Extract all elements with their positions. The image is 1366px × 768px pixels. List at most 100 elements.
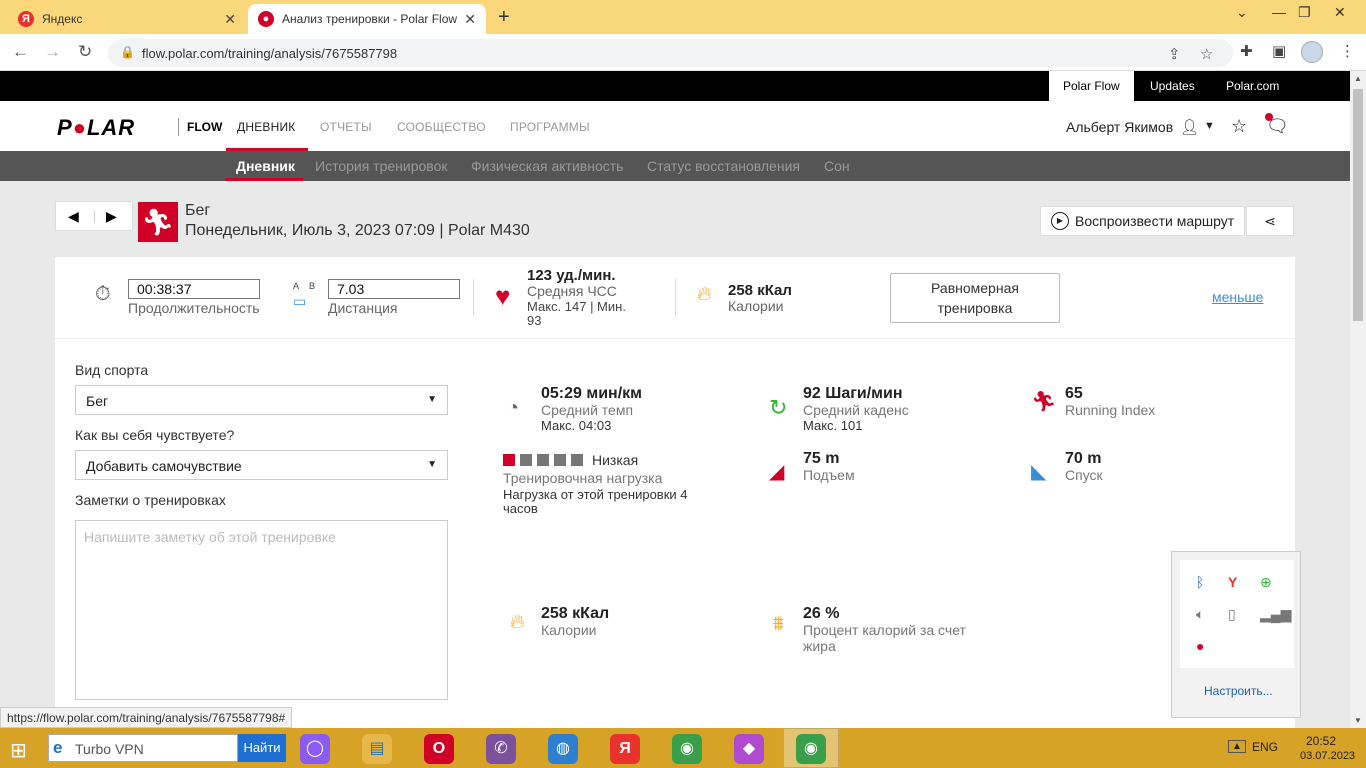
bookmark-star-icon[interactable]: ☆ xyxy=(1200,45,1213,63)
forward-icon[interactable]: → xyxy=(44,42,61,62)
scrollbar-thumb[interactable] xyxy=(1353,89,1363,321)
toplink-updates[interactable]: Updates xyxy=(1136,71,1209,101)
bluetooth-icon[interactable]: ᛒ xyxy=(1196,574,1204,590)
show-less-link[interactable]: меньше xyxy=(1212,289,1263,305)
nav-reports[interactable]: ОТЧЕТЫ xyxy=(320,120,372,134)
restore-icon[interactable]: ❐ xyxy=(1298,4,1311,21)
viber-icon[interactable]: ✆ xyxy=(486,734,516,764)
tab-search-icon[interactable]: ⌄ xyxy=(1236,4,1248,21)
duration-field[interactable]: 00:38:37 xyxy=(128,279,260,299)
scroll-up-icon[interactable]: ▲ xyxy=(1354,74,1362,83)
url-omnibox[interactable]: 🔒 flow.polar.com/training/analysis/76755… xyxy=(108,39,1233,67)
opera-icon[interactable]: O xyxy=(424,734,454,764)
signal-icon[interactable]: ▂▄▆ xyxy=(1260,606,1291,623)
distance-field[interactable]: 7.03 xyxy=(328,279,460,299)
speaker-icon[interactable]: 🔈︎ xyxy=(1196,606,1204,623)
share-icon: ⋖ xyxy=(1264,213,1276,229)
polar-logo[interactable]: P●LAR xyxy=(57,115,135,141)
notes-placeholder: Напишите заметку об этой тренировке xyxy=(84,529,336,545)
session-subtitle: Понедельник, Июль 3, 2023 07:09 | Polar … xyxy=(185,222,530,239)
nav-programs[interactable]: ПРОГРАММЫ xyxy=(510,120,590,134)
taskbar-search-button[interactable]: Найти xyxy=(238,734,286,762)
profile-avatar[interactable] xyxy=(1301,41,1323,63)
minimize-icon[interactable]: — xyxy=(1272,4,1286,20)
clock-time[interactable]: 20:52 xyxy=(1306,734,1336,748)
kcal-value: 258 кКал xyxy=(728,282,792,299)
close-window-icon[interactable]: ✕ xyxy=(1334,4,1346,21)
taskbar-search-input[interactable]: e Turbo VPN xyxy=(48,734,238,762)
username[interactable]: Альберт Якимов xyxy=(1066,119,1173,135)
caret-down-icon[interactable]: ▼ xyxy=(1204,120,1215,132)
next-session-icon[interactable]: ▶ xyxy=(106,208,117,225)
subnav-training-history[interactable]: История тренировок xyxy=(315,158,447,174)
distance-label: Дистанция xyxy=(328,300,398,316)
yandex-tray-icon[interactable]: Y xyxy=(1228,574,1237,590)
notes-textarea[interactable]: Напишите заметку об этой тренировке xyxy=(75,520,448,700)
tab-title: Яндекс xyxy=(42,12,83,26)
chrome-profile-icon[interactable]: ◉ xyxy=(796,734,826,764)
globe-icon[interactable]: ◍ xyxy=(548,734,578,764)
tray-customize-link[interactable]: Настроить... xyxy=(1204,684,1273,698)
distance-ab-label: A B xyxy=(293,281,320,291)
feeling-select[interactable]: Добавить самочувствие ▼ xyxy=(75,450,448,480)
ascent-icon: ◢ xyxy=(769,461,785,483)
hr-min: 93 xyxy=(527,313,542,328)
gem-app-icon[interactable]: ◆ xyxy=(734,734,764,764)
notification-badge xyxy=(1265,113,1273,121)
subnav-recovery-status[interactable]: Статус восстановления xyxy=(647,158,800,174)
summary-divider xyxy=(675,279,676,317)
tab-polar-flow[interactable]: ● Анализ тренировки - Polar Flow ✕ xyxy=(248,4,486,34)
nav-community[interactable]: СООБЩЕСТВО xyxy=(397,120,486,134)
play-icon: ▶ xyxy=(1051,212,1069,230)
back-icon[interactable]: ← xyxy=(12,42,29,62)
play-route-label: Воспроизвести маршрут xyxy=(1075,213,1235,229)
play-route-button[interactable]: ▶ Воспроизвести маршрут xyxy=(1040,206,1245,236)
load-sub-2: часов xyxy=(503,501,538,516)
tab-yandex[interactable]: Я Яндекс ✕ xyxy=(8,4,246,34)
share-button[interactable]: ⋖ xyxy=(1246,206,1294,236)
toplink-polar-flow[interactable]: Polar Flow xyxy=(1049,71,1134,101)
descent-label: Спуск xyxy=(1065,467,1103,483)
share-page-icon[interactable]: ⇪ xyxy=(1168,45,1181,63)
yandex-browser-icon[interactable]: Я xyxy=(610,734,640,764)
extensions-icon[interactable]: ✚ xyxy=(1240,42,1253,60)
summary-divider xyxy=(473,279,474,317)
subnav-activity[interactable]: Физическая активность xyxy=(471,158,623,174)
previous-session-icon[interactable]: ◀ xyxy=(68,208,79,225)
subnav-diary[interactable]: Дневник xyxy=(236,158,295,174)
browser-menu-icon[interactable]: ⋮ xyxy=(1340,42,1355,60)
caret-down-icon: ▼ xyxy=(427,394,437,405)
load-label: Тренировочная нагрузка xyxy=(503,470,663,486)
url-text[interactable]: flow.polar.com/training/analysis/7675587… xyxy=(142,46,397,61)
subnav-sleep[interactable]: Сон xyxy=(824,158,850,174)
scroll-down-icon[interactable]: ▼ xyxy=(1354,716,1362,725)
favorites-star-icon[interactable]: ☆ xyxy=(1231,116,1247,137)
alice-icon[interactable]: ◯ xyxy=(300,734,330,764)
update-tray-icon[interactable]: ⊕ xyxy=(1260,574,1272,591)
page-scrollbar[interactable]: ▲ ▼ xyxy=(1350,71,1366,728)
steady-training-badge[interactable]: Равномерная тренировка xyxy=(890,273,1060,323)
close-icon[interactable]: ✕ xyxy=(464,11,476,28)
polar-tray-icon[interactable]: ● xyxy=(1196,638,1204,654)
fat-label-2: жира xyxy=(803,638,836,654)
battery-icon[interactable]: ▯ xyxy=(1228,606,1236,623)
windows-start-icon[interactable]: ⊞ xyxy=(10,738,27,763)
user-icon[interactable]: 👤︎ xyxy=(1180,118,1199,136)
nav-diary[interactable]: ДНЕВНИК xyxy=(237,120,295,134)
show-hidden-icons-icon[interactable]: ▲ xyxy=(1228,740,1246,753)
load-sub-1: Нагрузка от этой тренировки 4 xyxy=(503,487,688,502)
close-icon[interactable]: ✕ xyxy=(224,11,236,28)
side-panel-icon[interactable]: ▣ xyxy=(1272,42,1286,60)
language-indicator[interactable]: ENG xyxy=(1252,740,1278,754)
chrome-icon[interactable]: ◉ xyxy=(672,734,702,764)
cadence-max: Макс. 101 xyxy=(803,418,863,433)
new-tab-button[interactable]: + xyxy=(498,6,510,29)
reload-icon[interactable]: ↻ xyxy=(78,42,92,62)
file-explorer-icon[interactable]: ▤ xyxy=(362,734,392,764)
browser-tabstrip: Я Яндекс ✕ ● Анализ тренировки - Polar F… xyxy=(0,0,1366,34)
descent-icon: ◣ xyxy=(1031,461,1047,483)
sport-type-select[interactable]: Бег ▼ xyxy=(75,385,448,415)
lock-icon[interactable]: 🔒 xyxy=(120,45,135,59)
clock-date[interactable]: 03.07.2023 xyxy=(1300,750,1355,762)
toplink-polar-com[interactable]: Polar.com xyxy=(1212,71,1293,101)
